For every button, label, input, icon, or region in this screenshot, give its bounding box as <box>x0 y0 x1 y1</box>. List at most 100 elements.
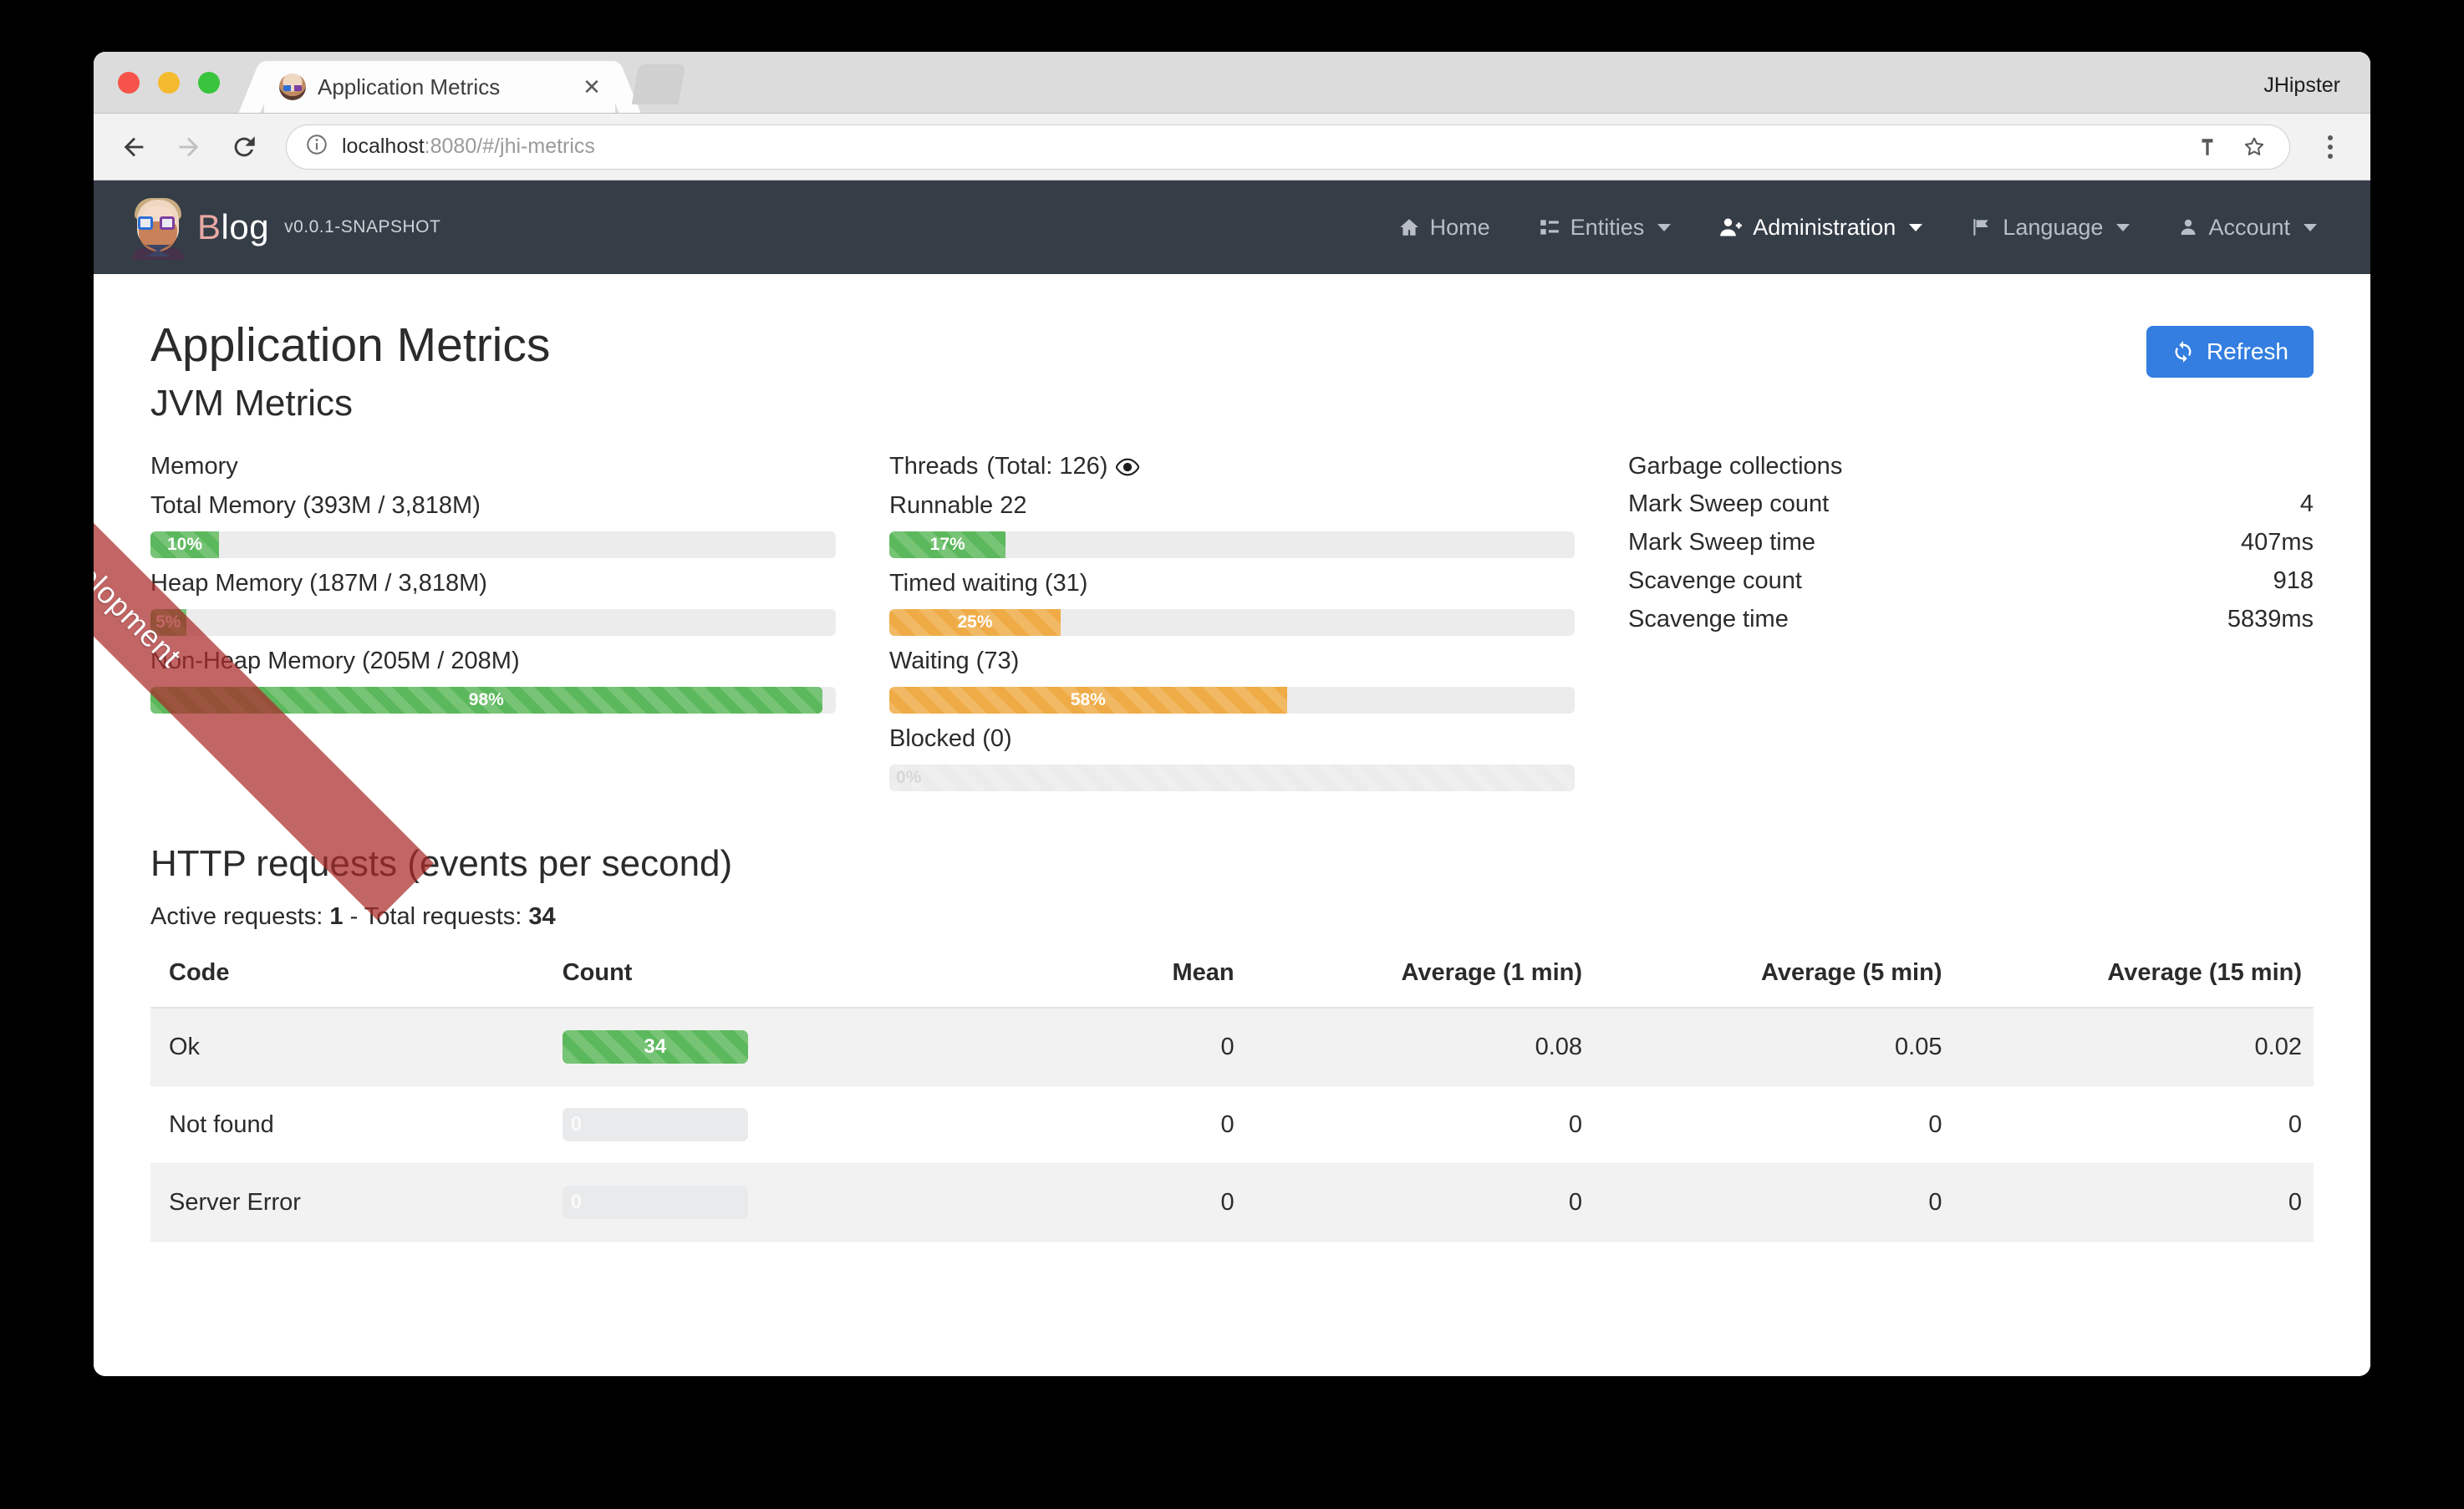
cell-avg-1: 0 <box>1235 1086 1594 1164</box>
close-tab-icon[interactable]: ✕ <box>580 76 603 98</box>
cell-mean: 0 <box>931 1008 1235 1086</box>
gc-row-value: 407ms <box>2241 529 2314 556</box>
list-icon <box>1539 216 1560 238</box>
count-pill: 0 <box>563 1108 748 1141</box>
browser-tab[interactable]: Application Metrics ✕ <box>264 61 615 113</box>
threads-row-label: Runnable 22 <box>889 492 1575 520</box>
back-icon[interactable] <box>115 129 152 165</box>
total-memory-progress: 10% <box>150 531 836 558</box>
site-info-icon[interactable] <box>305 133 328 160</box>
garbage-collections-heading: Garbage collections <box>1628 453 2314 480</box>
threads-total-label: (Total: 126) <box>986 453 1107 480</box>
refresh-button[interactable]: Refresh <box>2146 326 2314 378</box>
http-table-header-row: Code Count Mean Average (1 min) Average … <box>150 959 2314 1008</box>
http-requests-summary: Active requests: 1 - Total requests: 34 <box>150 903 2314 931</box>
home-icon <box>1398 216 1420 238</box>
nav-item-entities[interactable]: Entities <box>1539 215 1672 241</box>
brand-link[interactable]: Blog v0.0.1-SNAPSHOT <box>127 196 440 258</box>
url-host: localhost <box>342 135 425 158</box>
http-table-body: Ok 34 0 0.08 0.05 0.02 Not found 0 <box>150 1008 2314 1242</box>
browser-tab-strip: Application Metrics ✕ JHipster <box>94 52 2370 114</box>
gc-row-key: Scavenge count <box>1628 567 2273 595</box>
http-requests-title: HTTP requests (events per second) <box>150 843 2314 885</box>
http-summary-mid: - Total requests: <box>344 903 529 930</box>
nav-item-administration-label: Administration <box>1753 215 1896 241</box>
nav-item-account-label: Account <box>2208 215 2290 241</box>
gc-row-key: Mark Sweep count <box>1628 490 2300 518</box>
browser-tab-title: Application Metrics <box>318 74 580 100</box>
user-plus-icon <box>1719 216 1743 239</box>
chevron-down-icon <box>1909 224 1922 231</box>
gc-row-key: Scavenge time <box>1628 606 2227 633</box>
maximize-window-button[interactable] <box>198 72 220 94</box>
password-key-icon[interactable] <box>2191 136 2224 158</box>
table-row: Server Error 0 0 0 0 0 <box>150 1164 2314 1242</box>
column-header-code: Code <box>150 959 563 1008</box>
eye-icon[interactable] <box>1116 457 1139 477</box>
nav-item-administration[interactable]: Administration <box>1719 215 1922 241</box>
cell-avg-15: 0.02 <box>1953 1008 2314 1086</box>
brand-name-rest: log <box>221 207 270 246</box>
cell-count: 34 <box>563 1008 931 1086</box>
nav-item-home-label: Home <box>1430 215 1490 241</box>
runnable-threads-progress-bar: 17% <box>889 531 1005 558</box>
navbar-menu: Home Entities Administration Language <box>1398 215 2334 241</box>
cell-mean: 0 <box>931 1164 1235 1242</box>
brand-version: v0.0.1-SNAPSHOT <box>284 217 440 237</box>
nav-item-language[interactable]: Language <box>1971 215 2130 241</box>
blocked-threads-progress: 0% <box>889 765 1575 791</box>
http-summary-prefix: Active requests: <box>150 903 329 930</box>
gc-row-value: 5839ms <box>2227 606 2314 633</box>
window-traffic-lights <box>118 72 220 94</box>
jvm-metrics-columns: Memory Total Memory (393M / 3,818M) 10% … <box>150 453 2314 791</box>
table-row: Ok 34 0 0.08 0.05 0.02 <box>150 1008 2314 1086</box>
non-heap-memory-progress-bar: 98% <box>150 687 822 714</box>
threads-heading-label: Threads <box>889 453 978 480</box>
reload-icon[interactable] <box>226 129 262 165</box>
memory-row-label: Heap Memory (187M / 3,818M) <box>150 570 836 597</box>
minimize-window-button[interactable] <box>158 72 180 94</box>
cell-avg-1: 0 <box>1235 1164 1594 1242</box>
chevron-down-icon <box>2304 224 2317 231</box>
timed-waiting-threads-progress: 25% <box>889 609 1575 636</box>
bookmark-star-icon[interactable] <box>2237 135 2271 160</box>
page-title: Application Metrics <box>150 319 550 372</box>
close-window-button[interactable] <box>118 72 140 94</box>
cell-avg-15: 0 <box>1953 1164 2314 1242</box>
waiting-threads-progress: 58% <box>889 687 1575 714</box>
new-tab-button[interactable] <box>632 64 685 104</box>
gc-row: Scavenge count 918 <box>1628 567 2314 595</box>
heap-memory-progress: 5% <box>150 609 836 636</box>
heap-memory-progress-bar: 5% <box>150 609 186 636</box>
refresh-icon <box>2171 340 2195 363</box>
active-requests-value: 1 <box>329 903 343 930</box>
threads-row-label: Blocked (0) <box>889 725 1575 753</box>
timed-waiting-threads-progress-bar: 25% <box>889 609 1061 636</box>
column-header-mean: Mean <box>931 959 1235 1008</box>
gc-row: Scavenge time 5839ms <box>1628 606 2314 633</box>
cell-code: Server Error <box>150 1164 563 1242</box>
threads-column: Threads (Total: 126) Runnable 22 17% Tim… <box>889 453 1575 791</box>
column-header-avg-5: Average (5 min) <box>1594 959 1953 1008</box>
address-bar[interactable]: localhost:8080/#/jhi-metrics <box>286 124 2290 170</box>
gc-row-key: Mark Sweep time <box>1628 529 2241 556</box>
garbage-collections-column: Garbage collections Mark Sweep count 4 M… <box>1628 453 2314 791</box>
url-text: localhost:8080/#/jhi-metrics <box>342 135 2177 159</box>
brand-name-first: B <box>197 207 221 246</box>
window-app-label: JHipster <box>2263 74 2340 98</box>
threads-row-label: Timed waiting (31) <box>889 570 1575 597</box>
chevron-down-icon <box>1657 224 1671 231</box>
cell-count: 0 <box>563 1086 931 1164</box>
flag-icon <box>1971 216 1993 238</box>
threads-heading: Threads (Total: 126) <box>889 453 1575 480</box>
nav-item-home[interactable]: Home <box>1398 215 1490 241</box>
browser-menu-icon[interactable] <box>2312 135 2349 159</box>
nav-item-entities-label: Entities <box>1571 215 1645 241</box>
cell-code: Ok <box>150 1008 563 1086</box>
column-header-count: Count <box>563 959 931 1008</box>
total-memory-progress-bar: 10% <box>150 531 219 558</box>
non-heap-memory-progress: 98% <box>150 687 836 714</box>
page-content: Application Metrics Refresh JVM Metrics … <box>94 274 2370 1242</box>
cell-avg-5: 0 <box>1594 1086 1953 1164</box>
nav-item-account[interactable]: Account <box>2178 215 2317 241</box>
